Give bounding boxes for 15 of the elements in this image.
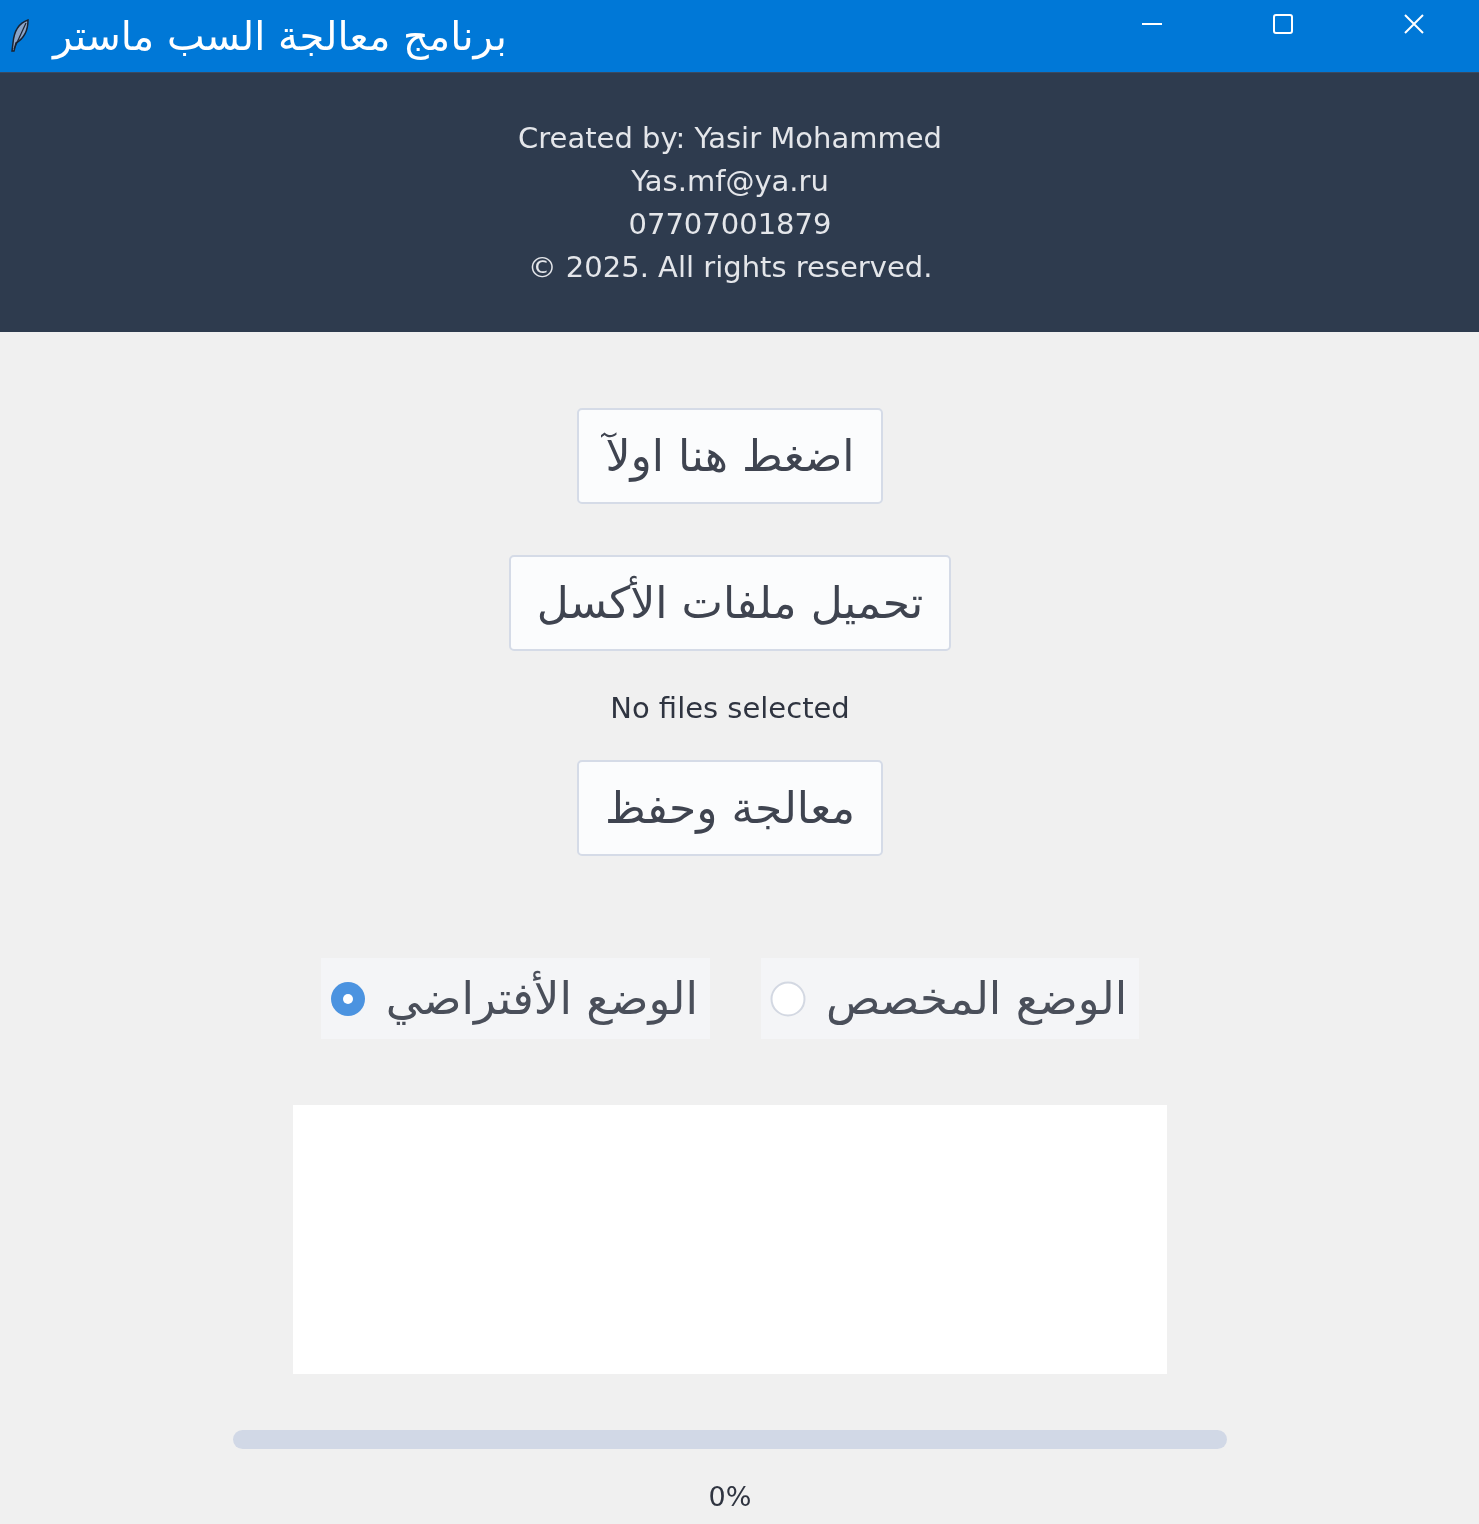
feather-icon — [9, 19, 31, 53]
progress-percent: 0% — [708, 1480, 752, 1514]
credit-text: © 2025. All rights reserved. — [527, 248, 933, 286]
action-button[interactable]: معالجة وحفظ — [576, 760, 884, 856]
maximize-icon — [1272, 14, 1293, 34]
close-icon — [1403, 14, 1424, 34]
credit-text: 07707001879 — [628, 205, 832, 243]
radio-option[interactable]: الوضع الأفتراضي — [320, 958, 710, 1039]
action-button[interactable]: اضغط هنا اولآ — [577, 408, 883, 504]
radio-option[interactable]: الوضع المخصص — [760, 958, 1140, 1039]
file-status-text: No files selected — [610, 690, 850, 726]
credit-text: Yas.mf@ya.ru — [631, 162, 829, 200]
action-button[interactable]: تحميل ملفات الأكسل — [508, 555, 952, 651]
minimize-icon — [1141, 23, 1162, 25]
credit-text: Created by: Yasir Mohammed — [518, 119, 942, 157]
